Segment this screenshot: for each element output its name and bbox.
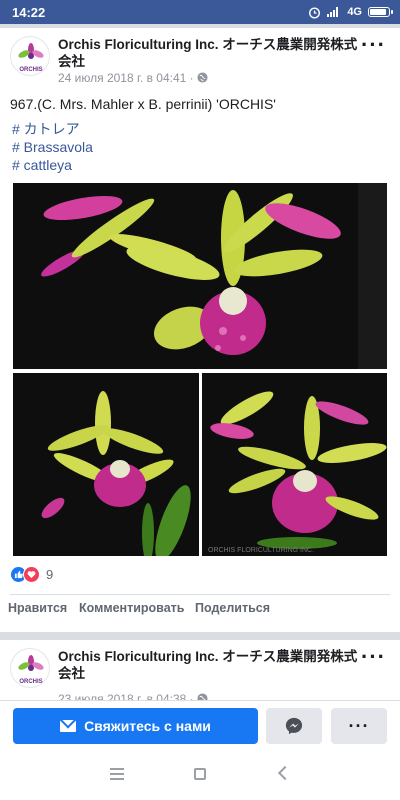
hashtag-list: # カトレア # Brassavola # cattleya [12, 120, 93, 174]
menu-icon[interactable] [110, 768, 124, 780]
system-nav-bar [0, 750, 400, 800]
home-icon[interactable] [194, 768, 206, 780]
alarm-icon [309, 6, 321, 19]
status-time: 14:22 [12, 4, 46, 20]
orchid-photo-image [13, 183, 387, 369]
comment-button[interactable]: Комментировать [79, 601, 184, 615]
status-bar: 14:22 4G [0, 0, 400, 24]
post-header: ORCHIS Orchis Floriculturing Inc. オーチス農業… [10, 34, 390, 86]
avatar[interactable]: ORCHIS [10, 36, 50, 76]
post-author[interactable]: Orchis Floriculturing Inc. オーチス農業開発株式会社 [58, 36, 358, 70]
more-options-button[interactable]: ··· [331, 708, 387, 744]
post-actions: Нравится Комментировать Поделиться [0, 601, 400, 623]
reactions-summary[interactable]: 9 [10, 565, 53, 583]
globe-icon [197, 693, 208, 700]
divider [10, 594, 390, 595]
love-reaction-icon [23, 565, 40, 583]
post-timestamp[interactable]: 24 июля 2018 г. в 04:41 · [58, 71, 194, 85]
photo-watermark: ORCHIS FLORICULTURING INC. [208, 547, 315, 554]
like-button[interactable]: Нравится [8, 601, 67, 615]
messenger-icon [285, 717, 303, 735]
post-options-button[interactable]: ··· [361, 34, 386, 56]
page-cta-bar: Свяжитесь с нами ··· [0, 700, 400, 750]
back-icon[interactable] [277, 765, 293, 781]
post-meta: 23 июля 2018 г. в 04:38 · [58, 692, 208, 700]
orchid-photo-right[interactable]: ORCHIS FLORICULTURING INC. [202, 373, 387, 556]
post-meta: 24 июля 2018 г. в 04:41 · [58, 71, 208, 85]
orchid-photo-left[interactable] [13, 373, 199, 556]
feed-post: ORCHIS Orchis Floriculturing Inc. オーチス農業… [0, 28, 400, 632]
orchis-logo-icon: ORCHIS [18, 655, 44, 685]
orchid-photo-main[interactable] [13, 183, 387, 369]
svg-text:ORCHIS: ORCHIS [19, 67, 42, 73]
battery-icon [368, 7, 393, 17]
contact-us-label: Свяжитесь с нами [84, 718, 211, 734]
orchid-photo-image [13, 373, 199, 556]
share-button[interactable]: Поделиться [195, 601, 270, 615]
post-timestamp[interactable]: 23 июля 2018 г. в 04:38 · [58, 692, 194, 700]
hashtag-link[interactable]: # Brassavola [12, 138, 93, 156]
globe-icon [197, 72, 208, 83]
envelope-icon [60, 720, 77, 732]
post-options-button[interactable]: ··· [361, 646, 386, 668]
post-author[interactable]: Orchis Floriculturing Inc. オーチス農業開発株式会社 [58, 648, 358, 682]
hashtag-link[interactable]: # カトレア [12, 120, 93, 138]
contact-us-button[interactable]: Свяжитесь с нами [13, 708, 258, 744]
post-text: 967.(C. Mrs. Mahler x B. perrinii) 'ORCH… [10, 96, 276, 112]
feed-post: ORCHIS Orchis Floriculturing Inc. オーチス農業… [0, 640, 400, 700]
status-icons: 4G [308, 6, 393, 19]
svg-text:ORCHIS: ORCHIS [19, 679, 42, 685]
reaction-count: 9 [46, 566, 54, 582]
orchid-photo-image [202, 373, 387, 556]
post-header: ORCHIS Orchis Floriculturing Inc. オーチス農業… [10, 646, 390, 700]
network-icon: 4G [347, 6, 362, 18]
orchis-logo-icon: ORCHIS [18, 43, 44, 73]
signal-icon [327, 7, 341, 17]
messenger-button[interactable] [266, 708, 322, 744]
avatar[interactable]: ORCHIS [10, 648, 50, 688]
hashtag-link[interactable]: # cattleya [12, 156, 93, 174]
